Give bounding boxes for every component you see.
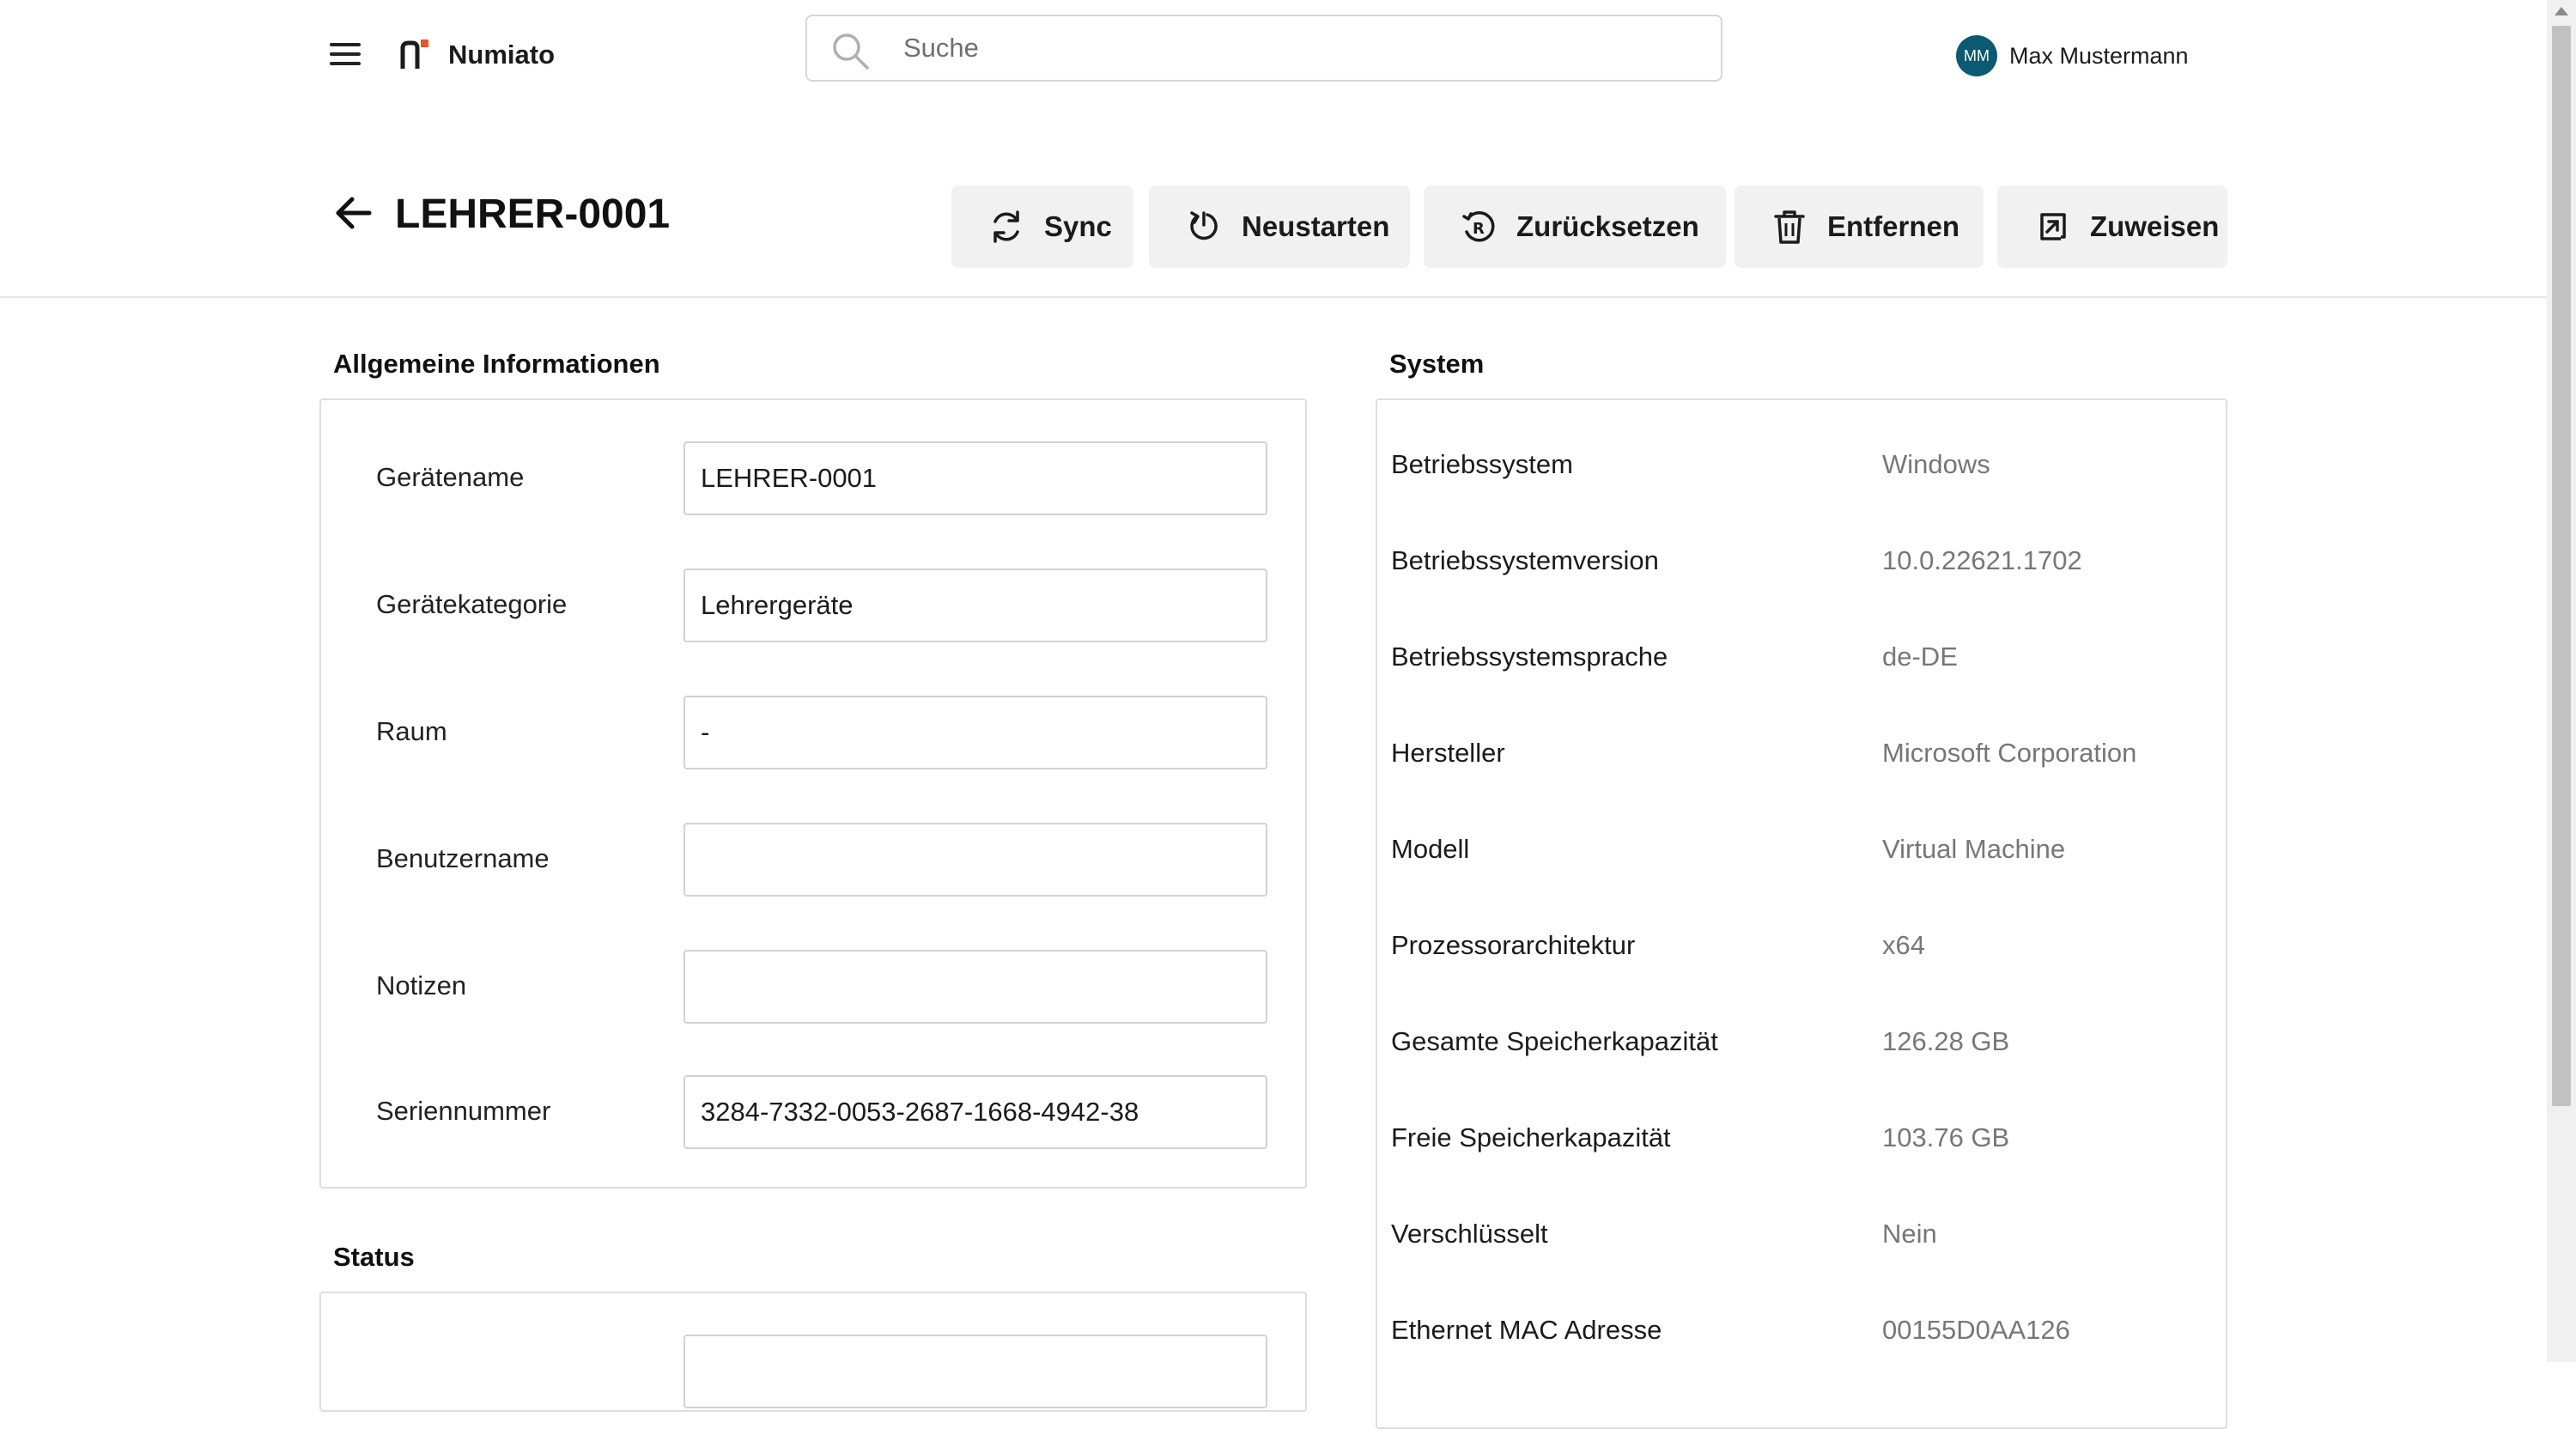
- system-row: Hersteller Microsoft Corporation: [1377, 732, 2226, 775]
- manufacturer-value: Microsoft Corporation: [1882, 738, 2137, 768]
- remove-button-label: Entfernen: [1827, 210, 1960, 242]
- assign-button[interactable]: Zuweisen: [1997, 185, 2227, 268]
- system-row: Betriebssystemsprache de-DE: [1377, 635, 2226, 678]
- username-label: Benutzername: [376, 843, 550, 873]
- status-title: Status: [333, 1242, 415, 1272]
- os-value: Windows: [1882, 449, 1990, 479]
- os-version-label: Betriebssystemversion: [1391, 545, 1659, 575]
- status-card: [319, 1292, 1307, 1412]
- free-storage-value: 103.76 GB: [1882, 1122, 2010, 1152]
- field-row-username: Benutzername: [321, 823, 1305, 897]
- os-version-value: 10.0.22621.1702: [1882, 545, 2082, 575]
- system-row: Verschlüsselt Nein: [1377, 1213, 2226, 1256]
- top-bar: Numiato MM Max Mustermann: [0, 0, 2547, 112]
- field-row-notes: Notizen: [321, 950, 1305, 1024]
- ethernet-mac-value: 00155D0AA126: [1882, 1315, 2070, 1345]
- user-menu[interactable]: MM Max Mustermann: [1956, 34, 2189, 77]
- reset-button[interactable]: R Zurücksetzen: [1424, 185, 1726, 268]
- scrollbar-thumb[interactable]: [2552, 26, 2571, 1106]
- general-info-card: Gerätename Gerätekategorie Raum Benutzer…: [319, 398, 1307, 1189]
- assign-button-label: Zuweisen: [2090, 210, 2220, 242]
- os-language-value: de-DE: [1882, 642, 1958, 672]
- search-icon: [833, 33, 869, 70]
- processor-architecture-label: Prozessorarchitektur: [1391, 930, 1636, 960]
- field-row-serial-number: Seriennummer: [321, 1075, 1305, 1149]
- system-row: Betriebssystemversion 10.0.22621.1702: [1377, 539, 2226, 582]
- status-field[interactable]: [683, 1335, 1267, 1408]
- user-name: Max Mustermann: [2009, 42, 2189, 69]
- system-row: Betriebssystem Windows: [1377, 443, 2226, 486]
- system-row: Ethernet MAC Adresse 00155D0AA126: [1377, 1309, 2226, 1352]
- scroll-up-arrow-icon[interactable]: [2555, 7, 2568, 15]
- system-row: Freie Speicherkapazität 103.76 GB: [1377, 1116, 2226, 1159]
- os-language-label: Betriebssystemsprache: [1391, 642, 1668, 672]
- trash-icon: [1774, 210, 1805, 244]
- system-row: Modell Virtual Machine: [1377, 828, 2226, 871]
- processor-architecture-value: x64: [1882, 930, 1925, 960]
- free-storage-label: Freie Speicherkapazität: [1391, 1122, 1671, 1152]
- page-scrollbar[interactable]: [2547, 0, 2576, 1362]
- os-label: Betriebssystem: [1391, 449, 1573, 479]
- restart-icon: [1190, 211, 1218, 240]
- manufacturer-label: Hersteller: [1391, 738, 1505, 768]
- device-name-label: Gerätename: [376, 462, 525, 492]
- total-storage-value: 126.28 GB: [1882, 1026, 2010, 1056]
- restart-button-label: Neustarten: [1242, 210, 1390, 242]
- svg-text:R: R: [1473, 220, 1485, 238]
- restart-button[interactable]: Neustarten: [1149, 185, 1410, 268]
- back-arrow-icon[interactable]: [333, 194, 373, 232]
- encrypted-label: Verschlüsselt: [1391, 1219, 1548, 1249]
- sync-icon: [993, 210, 1019, 243]
- search-input[interactable]: [902, 23, 1674, 73]
- reset-icon: R: [1462, 211, 1495, 242]
- reset-button-label: Zurücksetzen: [1516, 210, 1699, 242]
- sync-button-label: Sync: [1044, 210, 1112, 242]
- serial-number-label: Seriennummer: [376, 1096, 551, 1126]
- header-divider: [0, 296, 2547, 298]
- device-name-field[interactable]: [683, 441, 1267, 515]
- numiato-logo-icon: [400, 40, 428, 69]
- total-storage-label: Gesamte Speicherkapazität: [1391, 1026, 1718, 1056]
- assign-icon: [2040, 213, 2066, 240]
- model-label: Modell: [1391, 834, 1470, 864]
- search-box[interactable]: [805, 15, 1722, 82]
- field-row-room: Raum: [321, 696, 1305, 769]
- field-row-device-name: Gerätename: [321, 441, 1305, 515]
- encrypted-value: Nein: [1882, 1219, 1937, 1249]
- system-row: Prozessorarchitektur x64: [1377, 924, 2226, 967]
- page-title: LEHRER-0001: [395, 192, 671, 237]
- menu-icon[interactable]: [328, 40, 362, 69]
- remove-button[interactable]: Entfernen: [1735, 185, 1984, 268]
- system-card: Betriebssystem Windows Betriebssystemver…: [1376, 398, 2227, 1429]
- username-field[interactable]: [683, 823, 1267, 897]
- room-field[interactable]: [683, 696, 1267, 769]
- device-category-field[interactable]: [683, 569, 1267, 642]
- device-category-label: Gerätekategorie: [376, 589, 568, 619]
- notes-field[interactable]: [683, 950, 1267, 1024]
- system-title: System: [1389, 349, 1485, 379]
- brand-name[interactable]: Numiato: [448, 38, 555, 72]
- room-label: Raum: [376, 716, 447, 746]
- general-info-title: Allgemeine Informationen: [333, 349, 660, 379]
- system-row: Gesamte Speicherkapazität 126.28 GB: [1377, 1020, 2226, 1063]
- notes-label: Notizen: [376, 970, 467, 1000]
- sync-button[interactable]: Sync: [951, 185, 1133, 268]
- model-value: Virtual Machine: [1882, 834, 2066, 864]
- field-row-device-category: Gerätekategorie: [321, 569, 1305, 642]
- avatar: MM: [1956, 35, 1997, 76]
- ethernet-mac-label: Ethernet MAC Adresse: [1391, 1315, 1662, 1345]
- serial-number-field[interactable]: [683, 1075, 1267, 1149]
